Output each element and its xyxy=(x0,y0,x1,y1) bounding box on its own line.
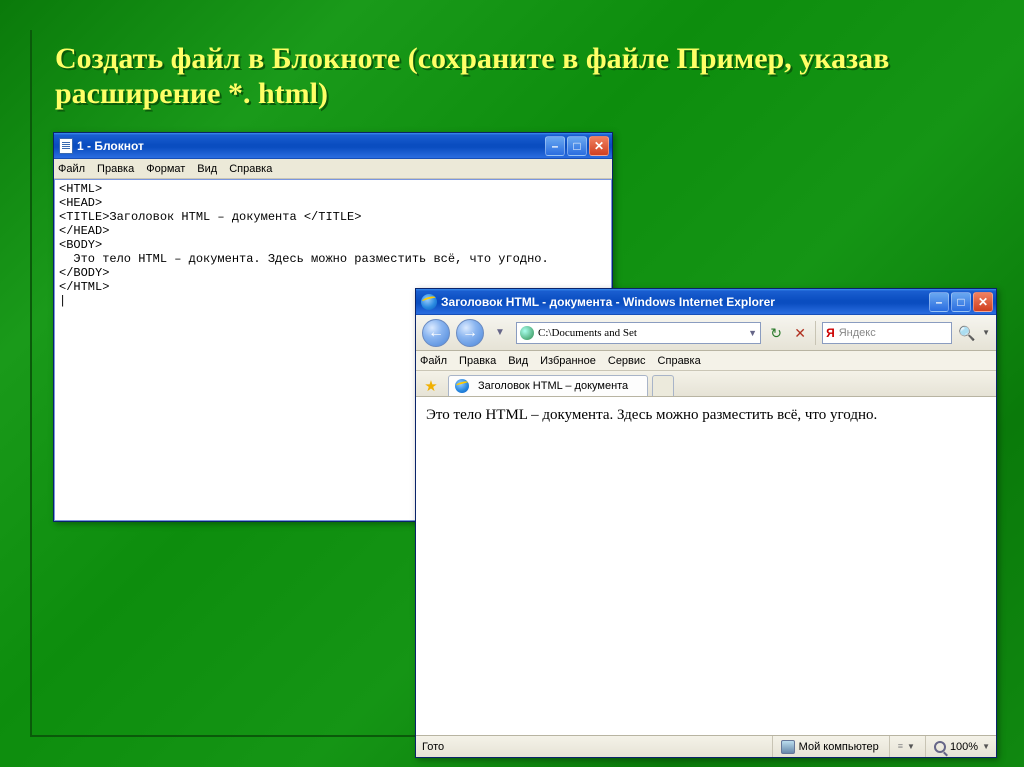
page-icon xyxy=(520,326,534,340)
menu-tools[interactable]: Сервис xyxy=(608,355,646,367)
search-button[interactable]: 🔍 xyxy=(958,324,976,342)
menu-view[interactable]: Вид xyxy=(197,163,217,175)
notepad-title-text: 1 - Блокнот xyxy=(77,139,545,153)
close-button[interactable]: ✕ xyxy=(973,292,993,312)
ie-page-body: Это тело HTML – документа. Здесь можно р… xyxy=(416,397,996,735)
browser-tab[interactable]: Заголовок HTML – документа xyxy=(448,375,648,396)
ie-title-text: Заголовок HTML - документа - Windows Int… xyxy=(441,295,929,309)
notepad-menubar: Файл Правка Формат Вид Справка xyxy=(54,159,612,179)
forward-button[interactable]: → xyxy=(456,319,484,347)
slide-title: Создать файл в Блокноте (сохраните в фай… xyxy=(55,42,975,111)
back-button[interactable]: ← xyxy=(422,319,450,347)
page-mode-dropdown-icon[interactable]: ▼ xyxy=(907,742,915,751)
ie-window: Заголовок HTML - документа - Windows Int… xyxy=(415,288,997,758)
ie-status-bar: Гото Мой компьютер ≡ ▼ 100% ▼ xyxy=(416,735,996,757)
search-options-icon[interactable]: ▼ xyxy=(982,328,990,337)
maximize-button[interactable]: □ xyxy=(951,292,971,312)
search-placeholder: Яндекс xyxy=(839,327,876,339)
menu-format[interactable]: Формат xyxy=(146,163,185,175)
notepad-icon xyxy=(59,138,73,154)
status-zoom[interactable]: 100% ▼ xyxy=(925,736,990,757)
page-mode-icon: ≡ xyxy=(898,742,903,751)
close-button[interactable]: ✕ xyxy=(589,136,609,156)
nav-dropdown[interactable]: ▼ xyxy=(490,320,510,346)
tab-page-icon xyxy=(455,379,469,393)
maximize-button[interactable]: □ xyxy=(567,136,587,156)
minimize-button[interactable]: – xyxy=(929,292,949,312)
zoom-icon xyxy=(934,741,946,753)
ie-nav-toolbar: ← → ▼ ▼ ↻ ✕ Я Яндекс 🔍 ▼ xyxy=(416,315,996,351)
menu-help[interactable]: Справка xyxy=(658,355,701,367)
menu-file[interactable]: Файл xyxy=(58,163,85,175)
menu-file[interactable]: Файл xyxy=(420,355,447,367)
tab-label: Заголовок HTML – документа xyxy=(478,380,628,392)
zoom-dropdown-icon[interactable]: ▼ xyxy=(982,742,990,751)
minimize-button[interactable]: – xyxy=(545,136,565,156)
address-input[interactable] xyxy=(538,327,744,339)
zoom-value: 100% xyxy=(950,741,978,753)
menu-help[interactable]: Справка xyxy=(229,163,272,175)
toolbar-separator xyxy=(815,321,816,345)
refresh-button[interactable]: ↻ xyxy=(767,324,785,342)
menu-view[interactable]: Вид xyxy=(508,355,528,367)
search-box[interactable]: Я Яндекс xyxy=(822,322,952,344)
notepad-titlebar[interactable]: 1 - Блокнот – □ ✕ xyxy=(54,133,612,159)
status-ready: Гото xyxy=(422,741,444,753)
status-zone-label: Мой компьютер xyxy=(799,741,879,753)
ie-icon xyxy=(421,294,437,310)
page-body-text: Это тело HTML – документа. Здесь можно р… xyxy=(426,407,877,423)
ie-titlebar[interactable]: Заголовок HTML - документа - Windows Int… xyxy=(416,289,996,315)
computer-icon xyxy=(781,740,795,754)
stop-button[interactable]: ✕ xyxy=(791,324,809,342)
favorites-star-icon[interactable]: ★ xyxy=(422,378,440,396)
ie-tab-bar: ★ Заголовок HTML – документа xyxy=(416,371,996,397)
yandex-icon: Я xyxy=(826,326,835,340)
address-bar[interactable]: ▼ xyxy=(516,322,761,344)
status-zone: Мой компьютер xyxy=(772,736,879,757)
menu-edit[interactable]: Правка xyxy=(459,355,496,367)
address-dropdown-icon[interactable]: ▼ xyxy=(748,328,757,338)
ie-menubar: Файл Правка Вид Избранное Сервис Справка xyxy=(416,351,996,371)
menu-edit[interactable]: Правка xyxy=(97,163,134,175)
status-protected-mode: ≡ ▼ xyxy=(889,736,915,757)
menu-favorites[interactable]: Избранное xyxy=(540,355,596,367)
new-tab-button[interactable] xyxy=(652,375,674,396)
